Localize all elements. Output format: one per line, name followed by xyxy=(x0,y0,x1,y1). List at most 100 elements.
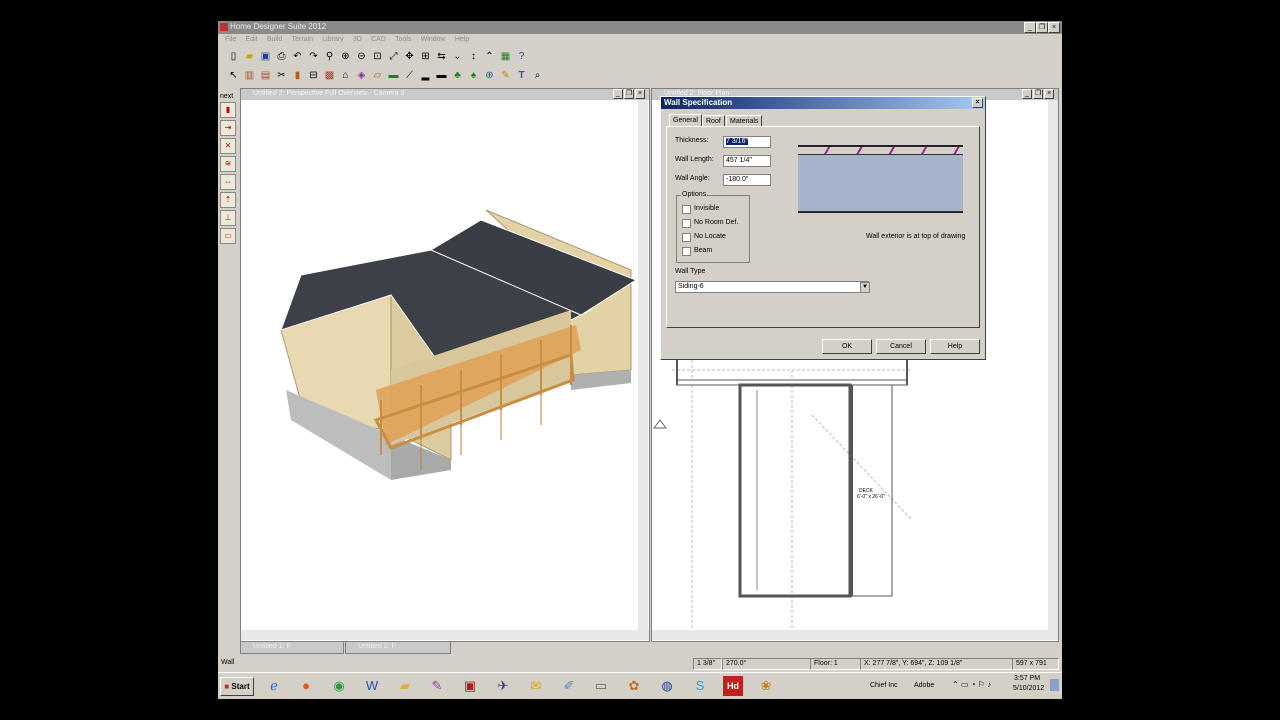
select-icon[interactable]: ⊞ xyxy=(418,49,433,64)
reader-icon[interactable]: ✈ xyxy=(493,676,513,696)
view-3d-window[interactable]: Untitled 2: Perspective Full Overview - … xyxy=(240,88,650,642)
help-icon[interactable]: ? xyxy=(514,49,529,64)
paint-icon[interactable]: ✎ xyxy=(427,676,447,696)
wall-tool-icon[interactable]: ▮ xyxy=(220,102,236,118)
car-icon[interactable]: ▬ xyxy=(434,68,449,83)
cancel-button[interactable]: Cancel xyxy=(876,339,926,354)
tool-icon[interactable]: ✿ xyxy=(624,676,644,696)
stair-tool-icon[interactable]: ≋ xyxy=(220,156,236,172)
arrow-icon[interactable]: ⇆ xyxy=(434,49,449,64)
undo-icon[interactable]: ↶ xyxy=(290,49,305,64)
show-desktop-icon[interactable] xyxy=(1050,679,1059,691)
camera-icon[interactable]: ✎ xyxy=(498,68,513,83)
outlook-icon[interactable]: ✉ xyxy=(526,676,546,696)
redo-icon[interactable]: ↷ xyxy=(306,49,321,64)
open-folder-icon[interactable]: ▰ xyxy=(242,49,257,64)
menu-file[interactable]: File xyxy=(225,36,236,43)
save-icon[interactable]: ▣ xyxy=(258,49,273,64)
folder-icon[interactable]: ▰ xyxy=(395,676,415,696)
tray-label-chief[interactable]: Chief Inc xyxy=(870,682,898,689)
beam-checkbox[interactable] xyxy=(682,247,691,256)
vertical-scrollbar[interactable] xyxy=(1048,100,1058,630)
clock-date[interactable]: 5/10/2012 xyxy=(1013,685,1044,692)
invisible-checkbox[interactable] xyxy=(682,205,691,214)
skype-icon[interactable]: S xyxy=(690,676,710,696)
shelf-icon[interactable]: ⟋ xyxy=(402,68,417,83)
minimize-icon[interactable]: _ xyxy=(613,89,623,99)
new-file-icon[interactable]: ▯ xyxy=(226,49,241,64)
tray-icons[interactable]: ⌃ ▭ ◔ ⚐ ♪ xyxy=(952,680,991,689)
firefox-icon[interactable]: ● xyxy=(296,676,316,696)
roof-icon[interactable]: ◈ xyxy=(354,68,369,83)
menu-library[interactable]: Library xyxy=(322,36,343,43)
zoom-tool-icon[interactable]: ⌕ xyxy=(530,68,545,83)
box-tool-icon[interactable]: ▭ xyxy=(220,228,236,244)
menu-terrain[interactable]: Terrain xyxy=(292,36,313,43)
close-icon[interactable]: × xyxy=(635,89,645,99)
lift-tool-icon[interactable]: ⇡ xyxy=(220,192,236,208)
fill-window-icon[interactable]: ⊡ xyxy=(370,49,385,64)
resize-icon[interactable]: ▦ xyxy=(498,49,513,64)
fit-icon[interactable]: ⤢ xyxy=(386,49,401,64)
horizontal-scrollbar[interactable] xyxy=(241,630,649,640)
plant-icon[interactable]: ♣ xyxy=(450,68,465,83)
minimize-icon[interactable]: _ xyxy=(1022,89,1032,99)
close-icon[interactable]: × xyxy=(972,98,983,108)
door-tool-icon[interactable]: ⇥ xyxy=(220,120,236,136)
zoom-icon[interactable]: ⚲ xyxy=(322,49,337,64)
cabinet-icon[interactable]: ▤ xyxy=(258,68,273,83)
menu-cad[interactable]: CAD xyxy=(371,36,386,43)
wall-icon[interactable]: ▥ xyxy=(242,68,257,83)
menu-window[interactable]: Window xyxy=(421,36,446,43)
ok-button[interactable]: OK xyxy=(822,339,872,354)
restore-icon[interactable]: ❐ xyxy=(1033,89,1043,99)
hd-icon[interactable]: Hd xyxy=(723,676,743,696)
clock-time[interactable]: 3:57 PM xyxy=(1014,675,1040,682)
zoom-in-icon[interactable]: ⊕ xyxy=(338,49,353,64)
wall-angle-input[interactable]: -180.0" xyxy=(723,174,771,186)
word-icon[interactable]: W xyxy=(362,676,382,696)
split-tool-icon[interactable]: ⊥ xyxy=(220,210,236,226)
flip-tool-icon[interactable]: ⇔ xyxy=(220,174,236,190)
help-button[interactable]: Help xyxy=(930,339,980,354)
wall-length-input[interactable]: 457 1/4" xyxy=(723,155,771,167)
horizontal-scrollbar[interactable] xyxy=(652,630,1058,640)
text-icon[interactable]: ⊕ xyxy=(482,68,497,83)
pan-icon[interactable]: ✥ xyxy=(402,49,417,64)
no-room-def-checkbox[interactable] xyxy=(682,219,691,228)
measure-icon[interactable]: T xyxy=(514,68,529,83)
fixture-icon[interactable]: ▬ xyxy=(386,68,401,83)
menu-help[interactable]: Help xyxy=(455,36,469,43)
caret-up-icon[interactable]: ⌃ xyxy=(482,49,497,64)
up-down-icon[interactable]: ↕ xyxy=(466,49,481,64)
app-icon[interactable]: ▣ xyxy=(460,676,480,696)
print-icon[interactable]: ⎙ xyxy=(274,49,289,64)
close-icon[interactable]: × xyxy=(1048,22,1060,33)
menu-edit[interactable]: Edit xyxy=(246,36,258,43)
chevron-down-icon[interactable]: ▼ xyxy=(860,282,870,293)
close-icon[interactable]: × xyxy=(1044,89,1054,99)
chevron-down-icon[interactable]: ⌄ xyxy=(450,49,465,64)
fireplace-icon[interactable]: ▩ xyxy=(322,68,337,83)
wall-type-select[interactable]: Siding-6 xyxy=(675,281,869,293)
settings-icon[interactable]: ❀ xyxy=(756,676,776,696)
media-icon[interactable]: ▭ xyxy=(591,676,611,696)
chrome-icon[interactable]: ◉ xyxy=(329,676,349,696)
thickness-input[interactable]: 7 3/16" xyxy=(723,136,771,148)
pointer-icon[interactable]: ↖ xyxy=(226,68,241,83)
terrain-icon[interactable]: ▂ xyxy=(418,68,433,83)
notepad-icon[interactable]: ✐ xyxy=(559,676,579,696)
vertical-scrollbar[interactable] xyxy=(638,100,648,630)
no-locate-checkbox[interactable] xyxy=(682,233,691,242)
menu-build[interactable]: Build xyxy=(267,36,283,43)
dimension-icon[interactable]: ♠ xyxy=(466,68,481,83)
material-icon[interactable]: ▱ xyxy=(370,68,385,83)
menu-tools[interactable]: Tools xyxy=(395,36,411,43)
door-icon[interactable]: ▮ xyxy=(290,68,305,83)
minimized-window-1[interactable]: Untitled 1: F xyxy=(240,641,344,654)
window-icon[interactable]: ⊟ xyxy=(306,68,321,83)
room-icon[interactable]: ⌂ xyxy=(338,68,353,83)
ie-icon[interactable]: ℯ xyxy=(264,676,284,696)
tray-label-adobe[interactable]: Adobe xyxy=(914,682,934,689)
restore-icon[interactable]: ❐ xyxy=(624,89,634,99)
